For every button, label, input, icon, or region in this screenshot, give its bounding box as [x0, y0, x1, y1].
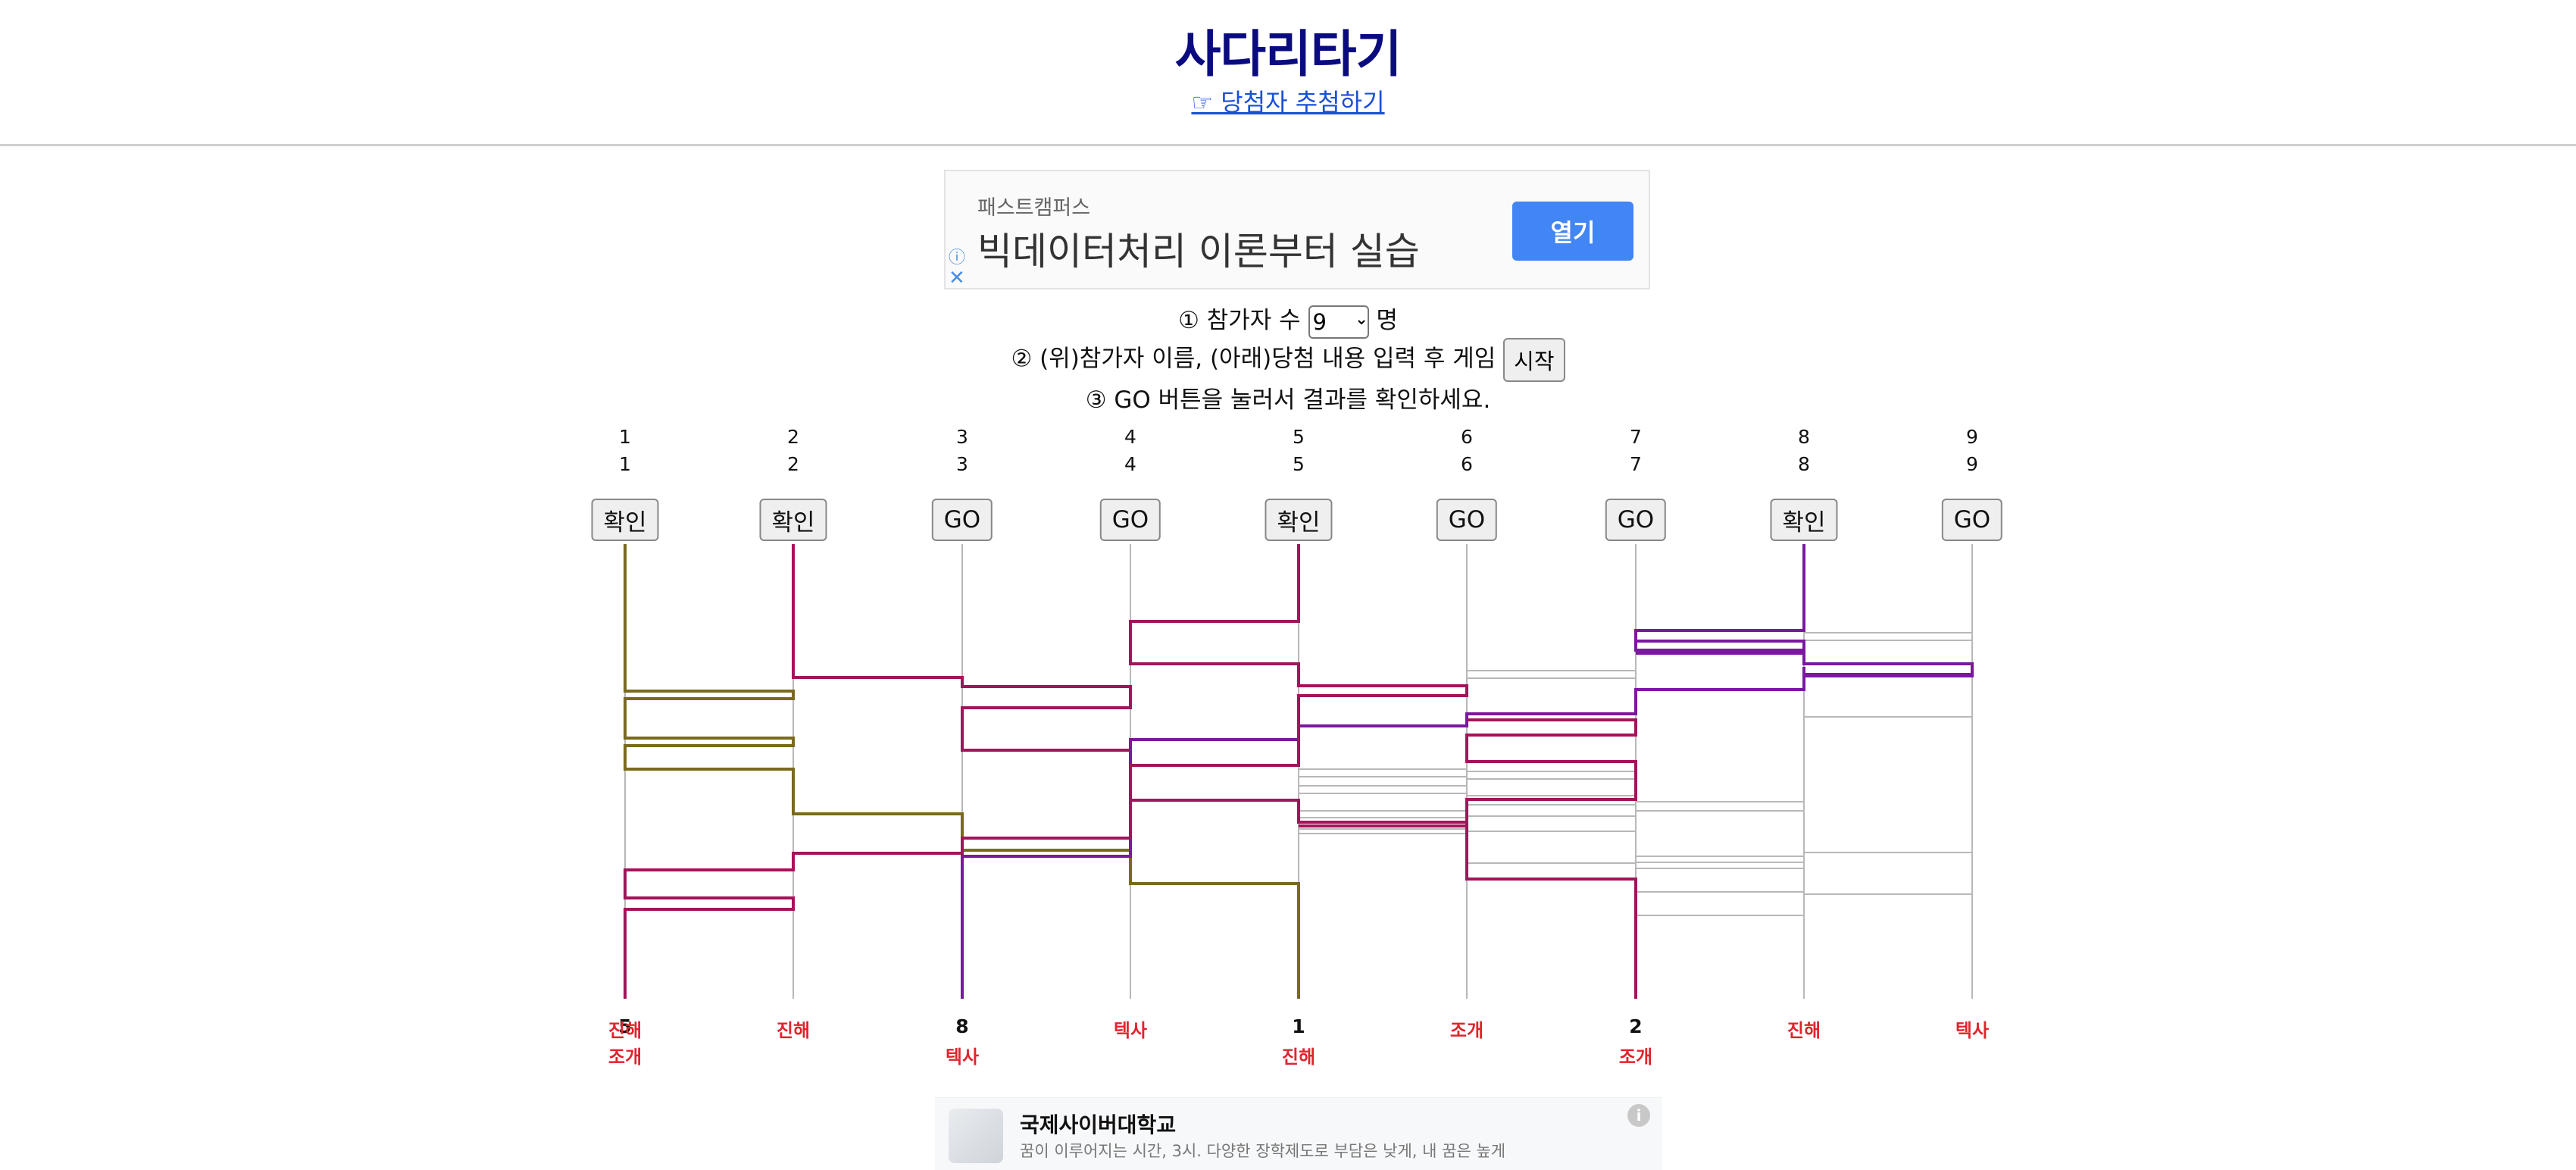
participant-name-9[interactable]: 9: [1942, 426, 2002, 448]
result-number-3: 8: [955, 1015, 969, 1037]
participant-go-button-3[interactable]: GO: [931, 499, 993, 541]
participant-label-4: 4: [1124, 453, 1136, 475]
ad-info-icon[interactable]: i: [1627, 1104, 1650, 1127]
ad-thumbnail: [949, 1109, 1003, 1163]
ladder-area: 1 1 확인 5 진해 조개 2 2 확인 진해 3 3 GO 8 텍사 4 4 GO 텍사 5 5 확인 1 진해 6 6 GO 조…: [0, 0, 2576, 1170]
participant-go-button-5[interactable]: 확인: [1265, 499, 1333, 541]
participant-label-9: 9: [1966, 453, 1978, 475]
prize-label-2[interactable]: 진해: [755, 1015, 831, 1042]
participant-label-5: 5: [1293, 453, 1305, 475]
participant-label-8: 8: [1798, 453, 1810, 475]
result-number-5: 1: [1292, 1015, 1305, 1037]
participant-name-6[interactable]: 6: [1436, 426, 1497, 448]
participant-name-4[interactable]: 4: [1100, 426, 1161, 448]
prize-label-9[interactable]: 텍사: [1934, 1015, 2010, 1042]
result-prize-1: 조개: [608, 1046, 642, 1068]
participant-label-6: 6: [1461, 453, 1473, 475]
prize-label-4[interactable]: 텍사: [1093, 1015, 1168, 1042]
participant-name-1[interactable]: 1: [595, 426, 655, 448]
traced-route-4: [624, 544, 1468, 999]
participant-name-5[interactable]: 5: [1268, 426, 1329, 448]
prize-label-1[interactable]: 진해: [587, 1015, 663, 1042]
participant-label-7: 7: [1630, 453, 1642, 475]
participant-go-button-1[interactable]: 확인: [591, 499, 659, 541]
participant-go-button-8[interactable]: 확인: [1770, 499, 1838, 541]
ad-description[interactable]: 꿈이 이루어지는 시간, 3시. 다양한 장학제도로 부담은 낮게, 내 꿈은 …: [1020, 1139, 1505, 1162]
result-prize-3: 텍사: [945, 1046, 980, 1068]
participant-name-8[interactable]: 8: [1774, 426, 1834, 448]
participant-name-3[interactable]: 3: [932, 426, 993, 448]
result-prize-7: 조개: [1618, 1046, 1653, 1068]
bottom-ad-banner[interactable]: 국제사이버대학교 꿈이 이루어지는 시간, 3시. 다양한 장학제도로 부담은 …: [935, 1097, 1662, 1170]
participant-name-7[interactable]: 7: [1605, 426, 1666, 448]
participant-label-1: 1: [619, 453, 631, 475]
participant-go-button-4[interactable]: GO: [1099, 499, 1161, 541]
result-prize-5: 진해: [1281, 1046, 1316, 1068]
prize-label-6[interactable]: 조개: [1429, 1015, 1505, 1042]
participant-label-2: 2: [787, 453, 799, 475]
participant-name-2[interactable]: 2: [763, 426, 824, 448]
participant-go-button-2[interactable]: 확인: [759, 499, 827, 541]
participant-label-3: 3: [956, 453, 968, 475]
participant-go-button-6[interactable]: GO: [1436, 499, 1498, 541]
result-number-7: 2: [1629, 1015, 1643, 1037]
ad-advertiser-name[interactable]: 국제사이버대학교: [1020, 1109, 1176, 1139]
ladder-graphic: [624, 544, 1974, 999]
traced-route-5: [1802, 667, 1974, 677]
prize-label-8[interactable]: 진해: [1766, 1015, 1842, 1042]
participant-go-button-9[interactable]: GO: [1941, 499, 2003, 541]
participant-go-button-7[interactable]: GO: [1605, 499, 1667, 541]
